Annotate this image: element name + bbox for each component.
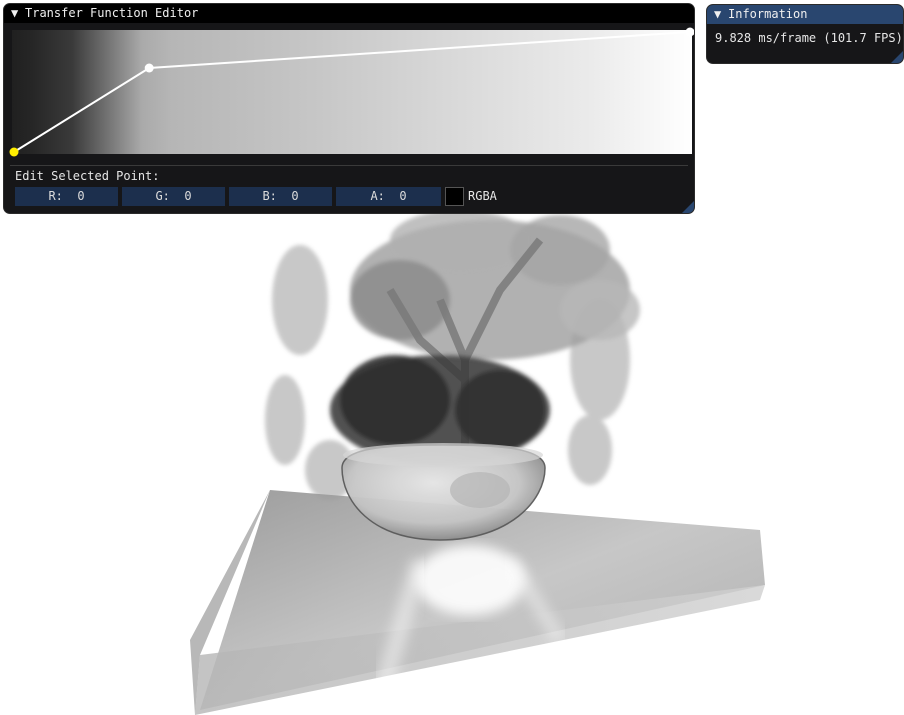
rgba-label: RGBA: [468, 189, 497, 203]
green-value-field[interactable]: G: 0: [122, 187, 225, 206]
transfer-function-canvas[interactable]: [9, 27, 695, 157]
separator: [10, 165, 688, 166]
triangle-down-icon[interactable]: ▼: [714, 5, 728, 23]
window-title: Information: [728, 7, 808, 21]
information-titlebar[interactable]: ▼ Information: [707, 5, 903, 24]
blue-value-field[interactable]: B: 0: [229, 187, 332, 206]
window-title: Transfer Function Editor: [25, 6, 199, 20]
transfer-function-editor-window[interactable]: ▼ Transfer Function Editor Edit Selected …: [3, 3, 695, 214]
control-point[interactable]: [685, 27, 695, 37]
resize-grip-icon[interactable]: [891, 51, 903, 63]
alpha-value-field[interactable]: A: 0: [336, 187, 441, 206]
resize-grip-icon[interactable]: [682, 201, 694, 213]
selected-control-point[interactable]: [9, 147, 19, 157]
transfer-function-curve[interactable]: [9, 27, 695, 157]
bonsai-foliage: [350, 210, 640, 360]
edit-selected-point-label: Edit Selected Point:: [15, 169, 160, 183]
triangle-down-icon[interactable]: ▼: [11, 4, 25, 22]
transfer-function-line: [13, 31, 691, 153]
frame-time-text: 9.828 ms/frame (101.7 FPS): [715, 31, 903, 45]
color-swatch-button[interactable]: [445, 187, 464, 206]
information-window[interactable]: ▼ Information 9.828 ms/frame (101.7 FPS): [706, 4, 904, 64]
control-point[interactable]: [144, 63, 154, 73]
red-value-field[interactable]: R: 0: [15, 187, 118, 206]
transfer-function-editor-titlebar[interactable]: ▼ Transfer Function Editor: [4, 4, 694, 23]
